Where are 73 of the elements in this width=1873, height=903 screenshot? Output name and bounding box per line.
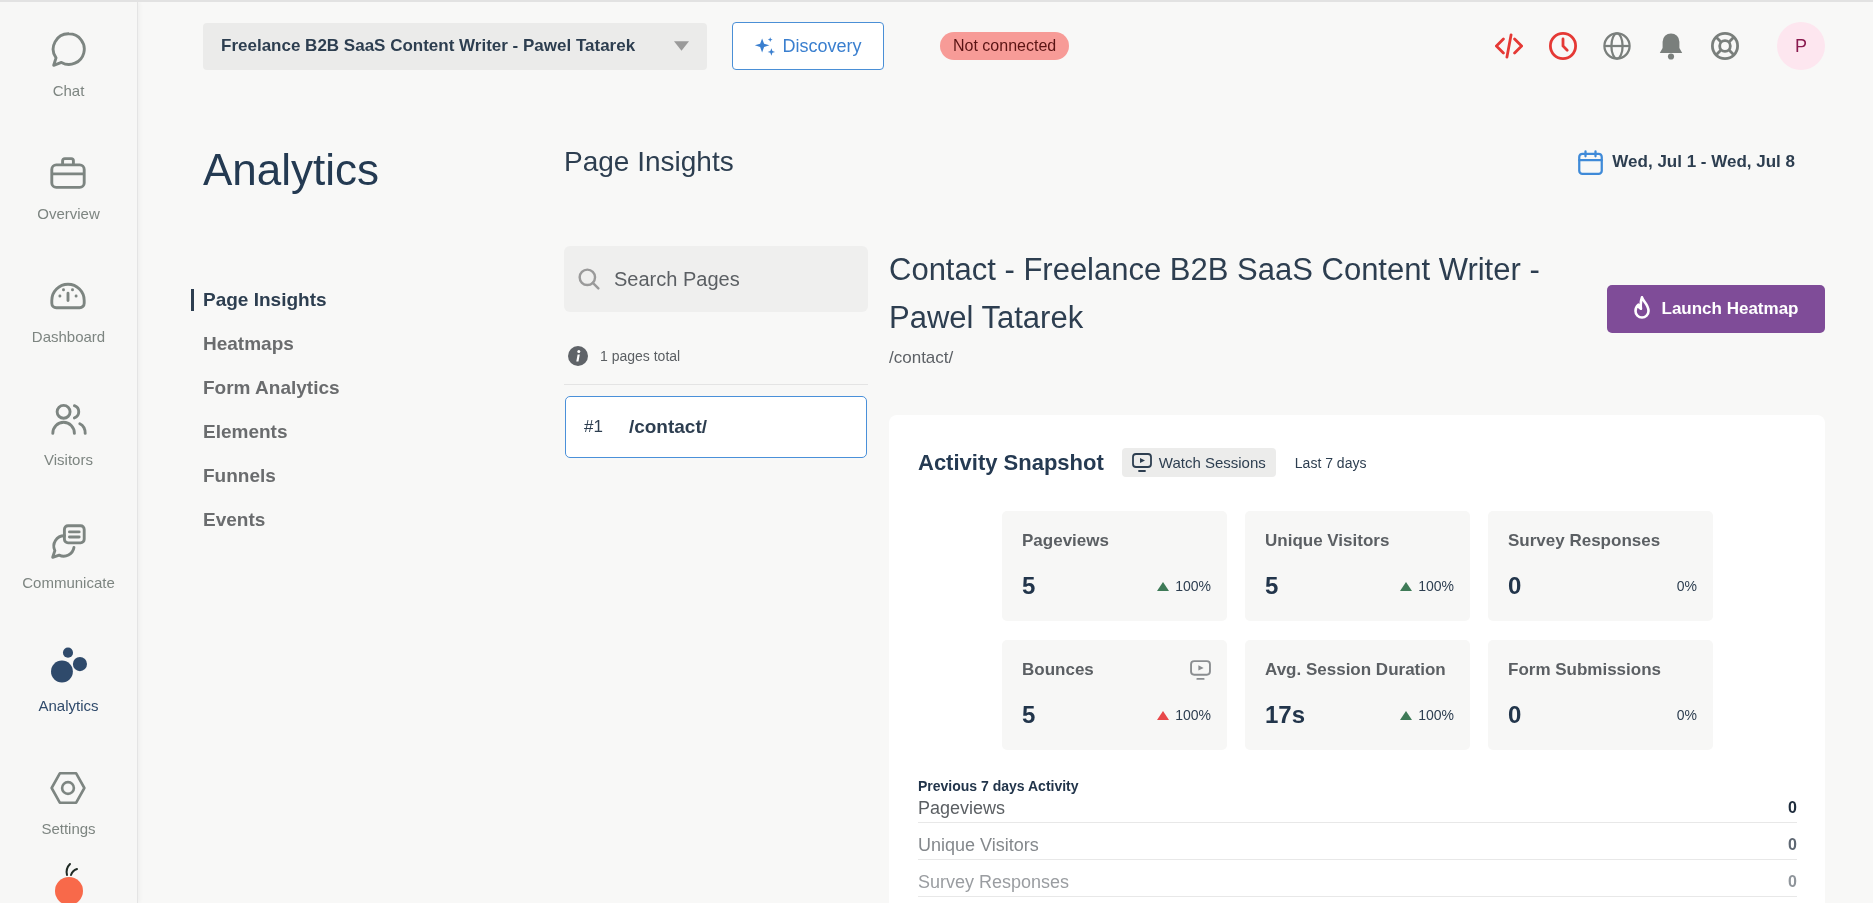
metric-value: 5 <box>1022 572 1036 600</box>
sidebar-item[interactable]: Chat <box>50 32 87 99</box>
search-icon <box>578 268 600 290</box>
discovery-button[interactable]: Discovery <box>732 22 884 70</box>
briefcase-icon <box>50 155 87 191</box>
sidebar-item[interactable]: Visitors <box>44 401 93 468</box>
launch-heatmap-button[interactable]: Launch Heatmap <box>1607 285 1825 333</box>
pages-total-text: 1 pages total <box>600 348 681 364</box>
change-percent: 100% <box>1175 707 1211 723</box>
chat-bubble-icon <box>50 32 87 68</box>
monitor-play-icon <box>1131 453 1152 472</box>
connection-status-badge: Not connected <box>940 32 1070 60</box>
sidebar-item[interactable]: Analytics <box>38 647 99 714</box>
metric-label: Survey Responses <box>1508 531 1661 551</box>
page-url-text: /contact/ <box>889 348 955 368</box>
metric-value: 0 <box>1508 701 1522 729</box>
change-percent: 0% <box>1676 707 1697 723</box>
sparkle-icon <box>754 35 777 57</box>
nav-item[interactable]: Page Insights <box>191 289 327 311</box>
metric-label: Form Submissions <box>1508 660 1662 680</box>
flame-icon <box>1633 296 1650 322</box>
page-heading: Contact - Freelance B2B SaaS Content Writer - Pawel Tatarek <box>889 251 1541 337</box>
metric-label: Pageviews <box>1022 531 1109 551</box>
date-range-picker[interactable]: Wed, Jul 1 - Wed, Jul 8 <box>1578 149 1795 175</box>
people-icon <box>50 401 87 437</box>
activity-value: 0 <box>1788 799 1797 817</box>
activity-label: Survey Responses <box>918 871 1070 893</box>
metric-value: 17s <box>1265 701 1306 729</box>
watch-sessions-button[interactable]: Watch Sessions <box>1121 448 1276 477</box>
sidebar-item[interactable]: Dashboard <box>31 278 106 345</box>
site-select[interactable]: Freelance B2B SaaS Content Writer - Pawel Tatarek <box>203 22 707 70</box>
metric-label: Unique Visitors <box>1265 531 1390 551</box>
metric-value: 0 <box>1508 572 1522 600</box>
user-avatar[interactable]: P <box>1777 22 1825 70</box>
clock-icon[interactable] <box>1549 32 1577 60</box>
help-icon[interactable] <box>1711 32 1739 60</box>
code-icon[interactable] <box>1495 32 1523 60</box>
metric-value: 5 <box>1022 701 1036 729</box>
message-bubbles-icon <box>50 524 87 560</box>
nav-item[interactable]: Form Analytics <box>191 377 340 399</box>
info-icon <box>568 346 588 366</box>
bell-icon[interactable] <box>1657 32 1685 60</box>
card-title: Activity Snapshot <box>918 449 1104 476</box>
calendar-icon <box>1578 149 1604 175</box>
activity-value: 0 <box>1788 873 1797 891</box>
change-percent: 100% <box>1418 707 1454 723</box>
activity-label: Pageviews <box>918 797 1006 819</box>
previous-activity-title: Previous 7 days Activity <box>918 778 1080 794</box>
monitor-play-icon[interactable] <box>1190 660 1211 680</box>
globe-icon[interactable] <box>1603 32 1631 60</box>
nav-item[interactable]: Elements <box>191 421 288 443</box>
page-title: Page Insights <box>564 146 734 178</box>
metric-value: 5 <box>1265 572 1279 600</box>
activity-label: Unique Visitors <box>918 834 1039 856</box>
change-percent: 100% <box>1418 578 1454 594</box>
section-title: Analytics <box>203 144 381 196</box>
sidebar-item[interactable]: Communicate <box>22 524 115 591</box>
nav-item[interactable]: Funnels <box>191 465 276 487</box>
activity-value: 0 <box>1788 836 1797 854</box>
settings-icon <box>50 770 87 806</box>
page-list-item[interactable]: #1 /contact/ <box>565 396 867 458</box>
period-label: Last 7 days <box>1294 454 1367 471</box>
change-percent: 0% <box>1676 578 1697 594</box>
search-field[interactable]: Search Pages <box>564 246 868 312</box>
sidebar-item[interactable]: Overview <box>37 155 100 222</box>
change-percent: 100% <box>1175 578 1211 594</box>
metric-label: Avg. Session Duration <box>1265 660 1446 680</box>
sidebar-item[interactable]: Settings <box>41 770 96 837</box>
bubbles-icon <box>50 647 87 683</box>
nav-item[interactable]: Events <box>191 509 266 531</box>
nav-item[interactable]: Heatmaps <box>191 333 294 355</box>
caret-icon <box>674 41 689 51</box>
metric-label: Bounces <box>1022 660 1094 680</box>
